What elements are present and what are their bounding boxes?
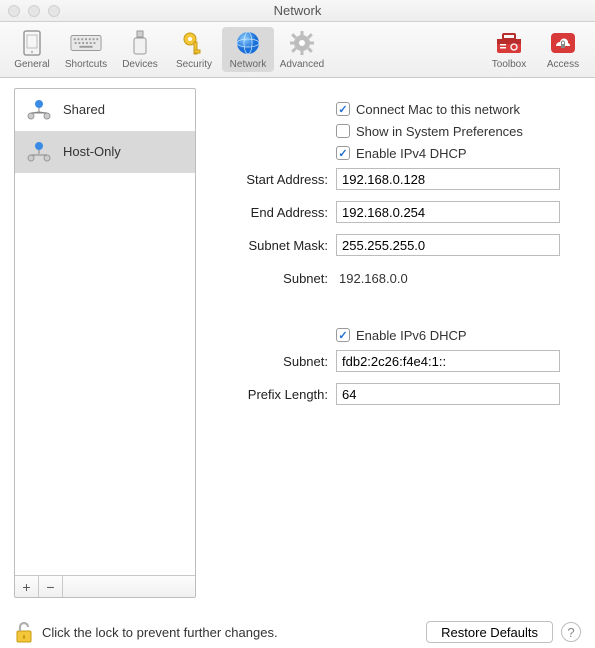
toolbar: General Shortcuts Devices Security Netwo… bbox=[0, 22, 595, 78]
network-sidebar: Shared Host-Only + − bbox=[14, 88, 196, 598]
usb-icon bbox=[124, 29, 156, 57]
start-address-input[interactable] bbox=[336, 168, 560, 190]
end-address-input[interactable] bbox=[336, 201, 560, 223]
connect-mac-checkbox[interactable] bbox=[336, 102, 350, 116]
prefix-length-label: Prefix Length: bbox=[208, 387, 336, 402]
subnet-mask-label: Subnet Mask: bbox=[208, 238, 336, 253]
tab-shortcuts[interactable]: Shortcuts bbox=[60, 27, 112, 72]
subnet-label: Subnet: bbox=[208, 271, 336, 286]
ipv6-subnet-label: Subnet: bbox=[208, 354, 336, 369]
tab-network[interactable]: Network bbox=[222, 27, 274, 72]
sidebar-footer: + − bbox=[15, 575, 195, 597]
tab-label: General bbox=[14, 59, 50, 70]
key-icon bbox=[178, 29, 210, 57]
tab-label: Shortcuts bbox=[65, 59, 107, 70]
globe-icon bbox=[232, 29, 264, 57]
remove-network-button[interactable]: − bbox=[39, 576, 63, 597]
network-hostonly-icon bbox=[25, 140, 53, 164]
general-icon bbox=[16, 29, 48, 57]
tab-security[interactable]: Security bbox=[168, 27, 220, 72]
enable-ipv6-label: Enable IPv6 DHCP bbox=[356, 328, 467, 343]
subnet-value: 192.168.0.0 bbox=[336, 271, 408, 286]
help-button[interactable]: ? bbox=[561, 622, 581, 642]
show-prefs-checkbox[interactable] bbox=[336, 124, 350, 138]
lock-text: Click the lock to prevent further change… bbox=[42, 625, 278, 640]
sidebar-item-label: Shared bbox=[63, 102, 105, 117]
tab-label: Network bbox=[230, 59, 267, 70]
keyboard-icon bbox=[70, 29, 102, 57]
settings-panel: Connect Mac to this network Show in Syst… bbox=[196, 88, 595, 618]
tab-label: Access bbox=[547, 59, 579, 70]
sidebar-item-host-only[interactable]: Host-Only bbox=[15, 131, 195, 173]
network-shared-icon bbox=[25, 98, 53, 122]
tab-label: Security bbox=[176, 59, 212, 70]
restore-defaults-button[interactable]: Restore Defaults bbox=[426, 621, 553, 643]
tab-general[interactable]: General bbox=[6, 27, 58, 72]
tab-access[interactable]: Access bbox=[537, 27, 589, 72]
sidebar-item-label: Host-Only bbox=[63, 144, 121, 159]
add-network-button[interactable]: + bbox=[15, 576, 39, 597]
cloud-lock-icon bbox=[547, 29, 579, 57]
gear-icon bbox=[286, 29, 318, 57]
enable-ipv6-checkbox[interactable] bbox=[336, 328, 350, 342]
subnet-mask-input[interactable] bbox=[336, 234, 560, 256]
end-address-label: End Address: bbox=[208, 205, 336, 220]
ipv6-subnet-input[interactable] bbox=[336, 350, 560, 372]
tab-label: Toolbox bbox=[492, 59, 526, 70]
enable-ipv4-label: Enable IPv4 DHCP bbox=[356, 146, 467, 161]
tab-devices[interactable]: Devices bbox=[114, 27, 166, 72]
tab-toolbox[interactable]: Toolbox bbox=[483, 27, 535, 72]
tab-label: Advanced bbox=[280, 59, 324, 70]
titlebar: Network bbox=[0, 0, 595, 22]
connect-mac-label: Connect Mac to this network bbox=[356, 102, 520, 117]
tab-advanced[interactable]: Advanced bbox=[276, 27, 328, 72]
unlock-icon[interactable] bbox=[14, 620, 34, 644]
tab-label: Devices bbox=[122, 59, 158, 70]
toolbox-icon bbox=[493, 29, 525, 57]
window-title: Network bbox=[0, 3, 595, 18]
content-area: Shared Host-Only + − Connect Mac to this… bbox=[0, 78, 595, 618]
footer: Click the lock to prevent further change… bbox=[0, 616, 595, 648]
sidebar-item-shared[interactable]: Shared bbox=[15, 89, 195, 131]
enable-ipv4-checkbox[interactable] bbox=[336, 146, 350, 160]
show-prefs-label: Show in System Preferences bbox=[356, 124, 523, 139]
start-address-label: Start Address: bbox=[208, 172, 336, 187]
prefix-length-input[interactable] bbox=[336, 383, 560, 405]
